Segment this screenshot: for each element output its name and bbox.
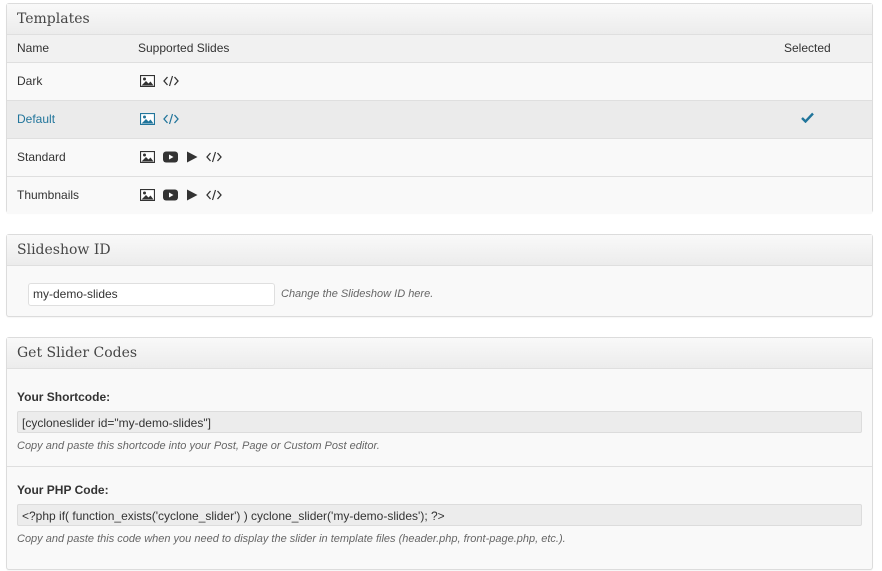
php-code-label: Your PHP Code: (17, 483, 109, 497)
image-icon (139, 74, 156, 90)
slideshow-id-panel: Slideshow ID my-demo-slides Change the S… (6, 234, 873, 317)
shortcode-field[interactable]: [cycloneslider id="my-demo-slides"] (17, 411, 862, 433)
youtube-icon (163, 151, 178, 166)
code-icon (163, 113, 179, 128)
column-supported-slides: Supported Slides (138, 41, 230, 55)
slideshow-id-title: Slideshow ID (7, 235, 872, 266)
template-row[interactable]: Default (7, 101, 872, 139)
image-icon (139, 150, 156, 166)
template-name[interactable]: Standard (17, 139, 66, 176)
template-row[interactable]: Dark (7, 63, 872, 101)
php-code-hint: Copy and paste this code when you need t… (17, 533, 566, 545)
templates-table-header: Name Supported Slides Selected (7, 35, 872, 63)
supported-slides-icons (139, 112, 187, 128)
codes-divider (7, 466, 872, 467)
php-code-field[interactable]: <?php if( function_exists('cyclone_slide… (17, 504, 862, 526)
youtube-icon (163, 189, 178, 204)
slideshow-id-input[interactable]: my-demo-slides (28, 283, 275, 306)
template-name[interactable]: Thumbnails (17, 177, 79, 214)
code-icon (206, 151, 222, 166)
column-selected: Selected (784, 41, 831, 55)
play-icon (186, 189, 198, 204)
template-row[interactable]: Standard (7, 139, 872, 177)
template-row[interactable]: Thumbnails (7, 177, 872, 214)
selected-check-icon (801, 112, 814, 126)
shortcode-label: Your Shortcode: (17, 390, 111, 404)
column-name: Name (17, 41, 50, 55)
templates-panel: Templates Name Supported Slides Selected… (6, 3, 873, 214)
slider-codes-panel: Get Slider Codes Your Shortcode: [cyclon… (6, 337, 873, 570)
play-icon (186, 151, 198, 166)
shortcode-hint: Copy and paste this shortcode into your … (17, 440, 380, 452)
code-icon (163, 75, 179, 90)
templates-title: Templates (7, 4, 872, 35)
image-icon (139, 112, 156, 128)
template-name[interactable]: Dark (17, 63, 42, 100)
code-icon (206, 189, 222, 204)
slideshow-id-hint: Change the Slideshow ID here. (281, 288, 434, 300)
supported-slides-icons (139, 150, 230, 166)
supported-slides-icons (139, 188, 230, 204)
template-name[interactable]: Default (17, 101, 55, 138)
templates-rows: Dark Default Standard Thumbnails (7, 63, 872, 214)
supported-slides-icons (139, 74, 187, 90)
image-icon (139, 188, 156, 204)
slider-codes-title: Get Slider Codes (7, 338, 872, 369)
